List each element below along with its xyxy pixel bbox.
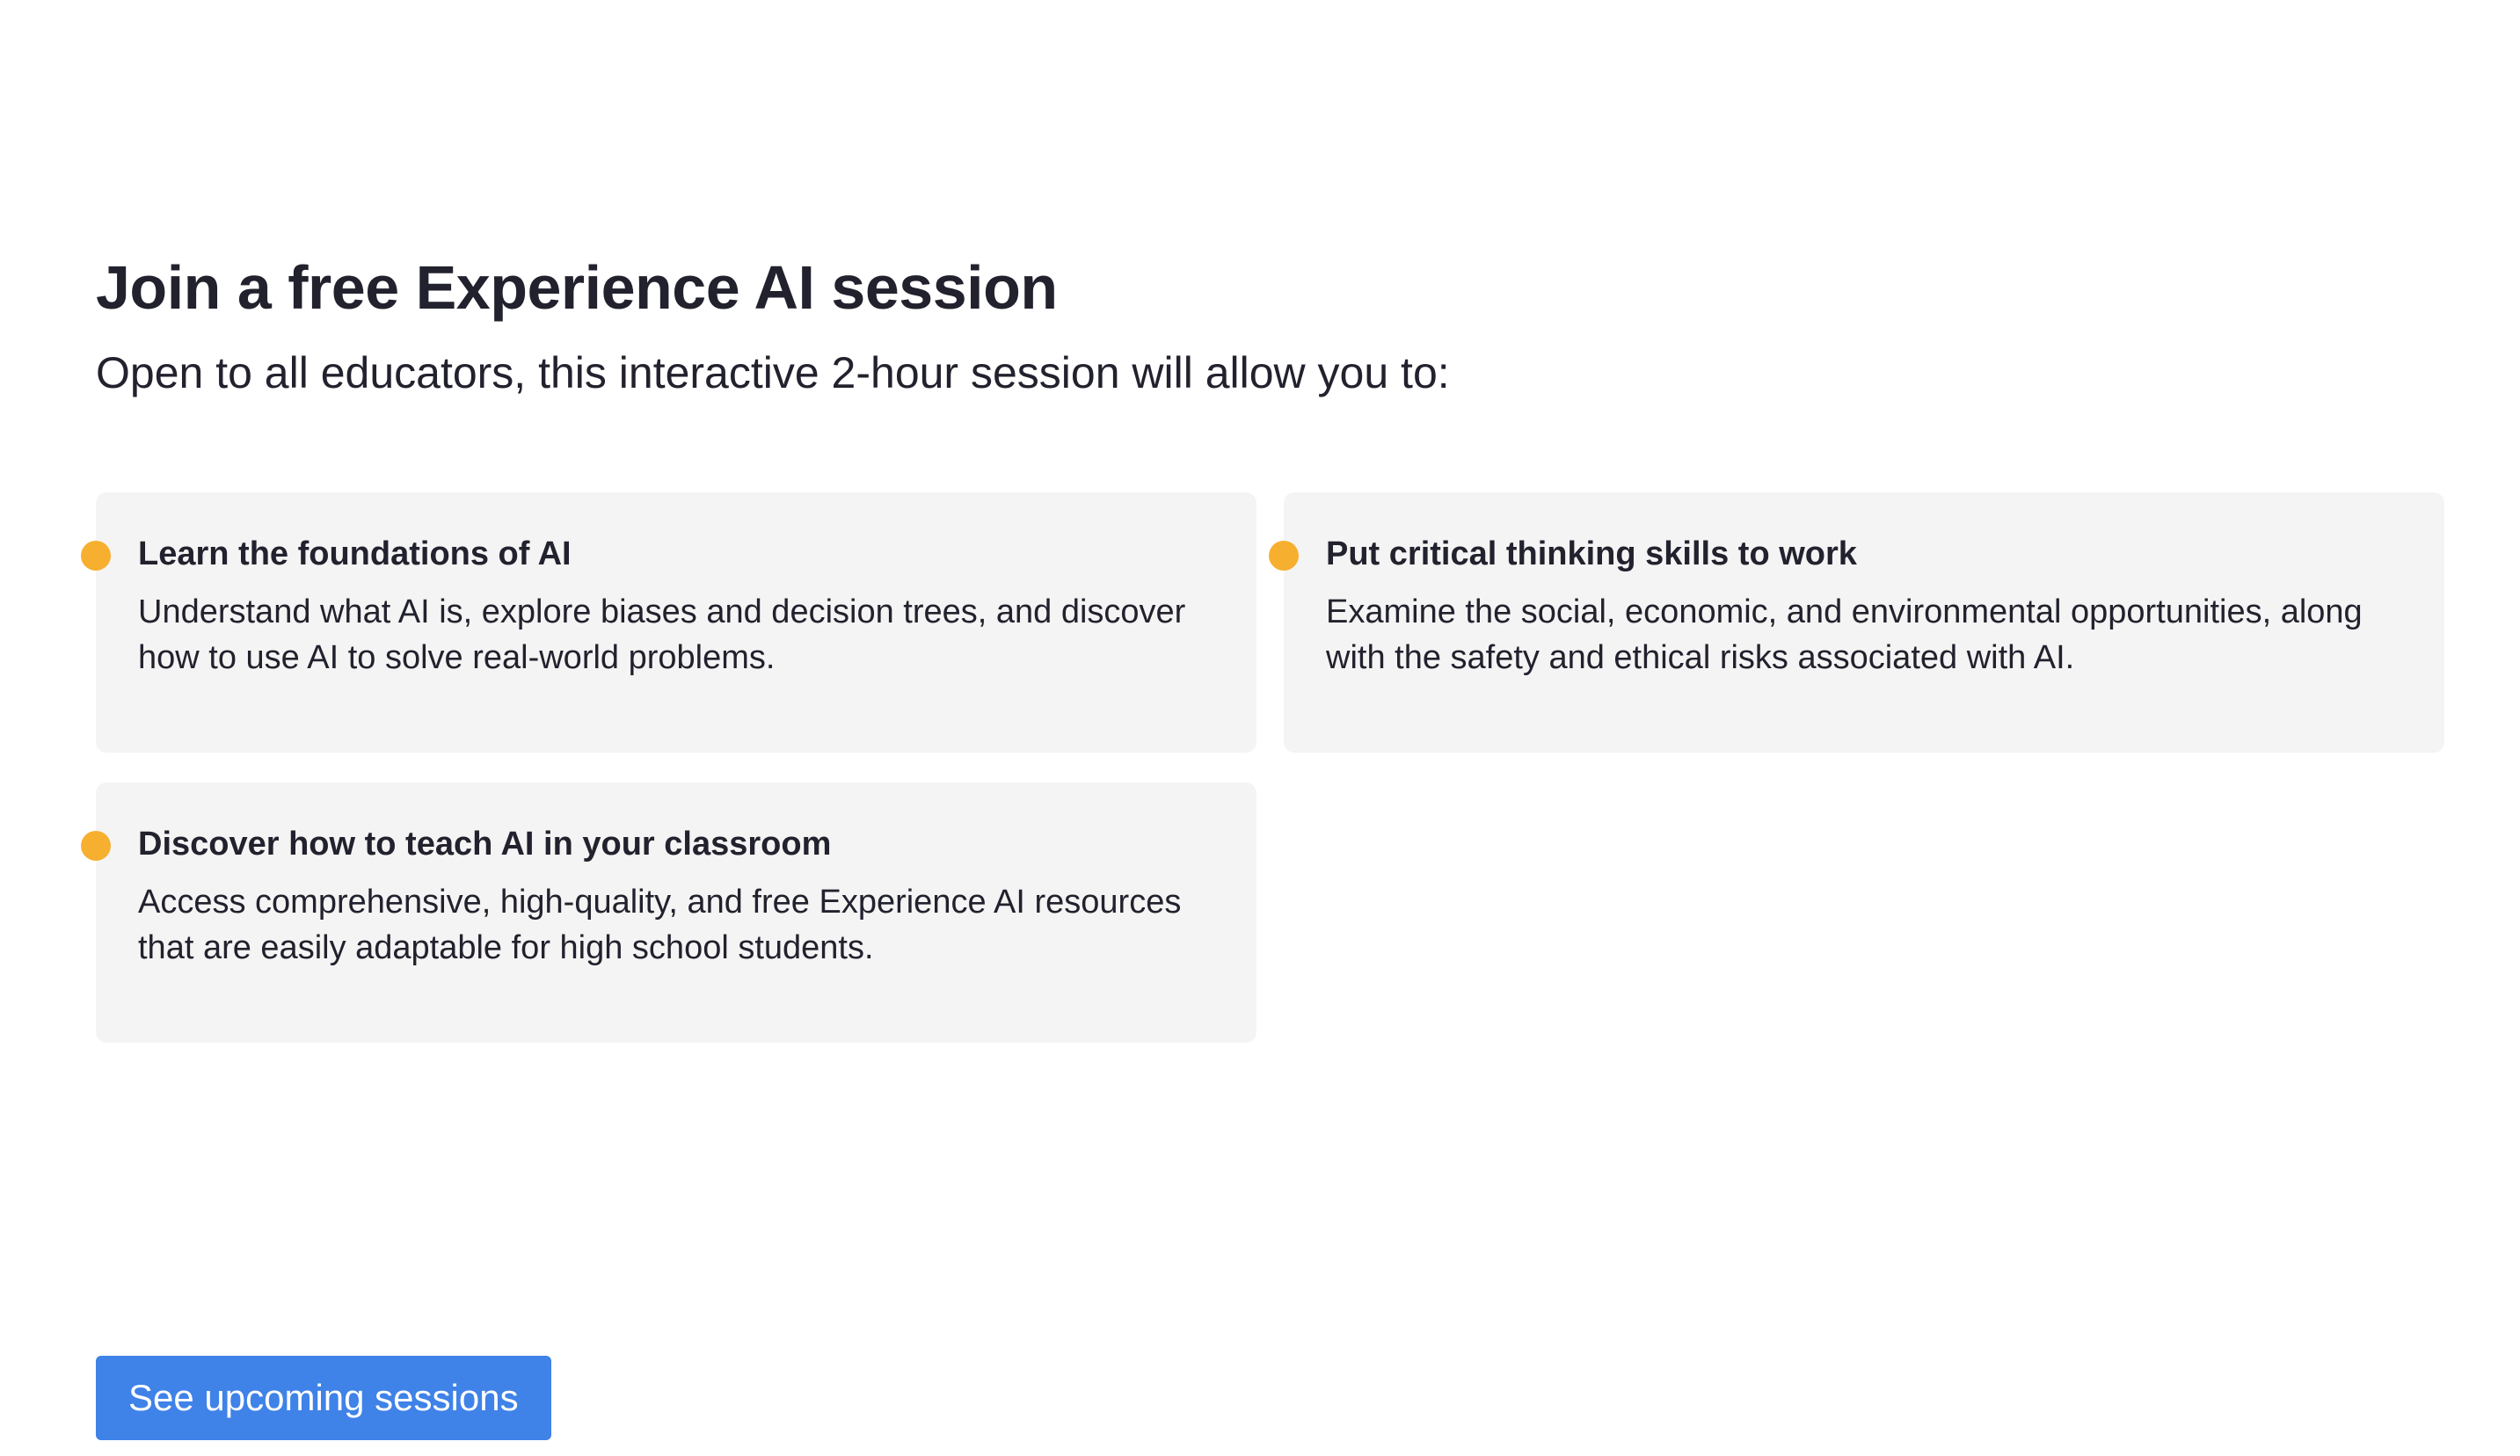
bullet-dot-icon: [81, 831, 111, 861]
bullet-dot-icon: [1269, 541, 1299, 571]
benefit-card-title: Put critical thinking skills to work: [1326, 535, 1857, 572]
experience-ai-session-section: Join a free Experience AI session Open t…: [81, 251, 2452, 1440]
benefit-card-critical-thinking: Put critical thinking skills to work Exa…: [1269, 492, 2444, 753]
section-title: Join a free Experience AI session: [96, 253, 1058, 322]
section-subtitle: Open to all educators, this interactive …: [96, 348, 1450, 397]
benefit-card-title: Discover how to teach AI in your classro…: [138, 826, 832, 863]
benefit-card-foundations: Learn the foundations of AI Understand w…: [81, 492, 1256, 753]
benefit-card-description: Examine the social, economic, and enviro…: [1326, 593, 2363, 676]
benefit-card-description: Understand what AI is, explore biases an…: [138, 593, 1186, 676]
benefit-card-description: Access comprehensive, high-quality, and …: [138, 884, 1182, 966]
see-upcoming-sessions-button[interactable]: See upcoming sessions: [96, 1356, 551, 1440]
bullet-dot-icon: [81, 541, 111, 571]
benefit-card-title: Learn the foundations of AI: [138, 535, 572, 572]
benefit-card-teach-ai: Discover how to teach AI in your classro…: [81, 783, 1256, 1043]
